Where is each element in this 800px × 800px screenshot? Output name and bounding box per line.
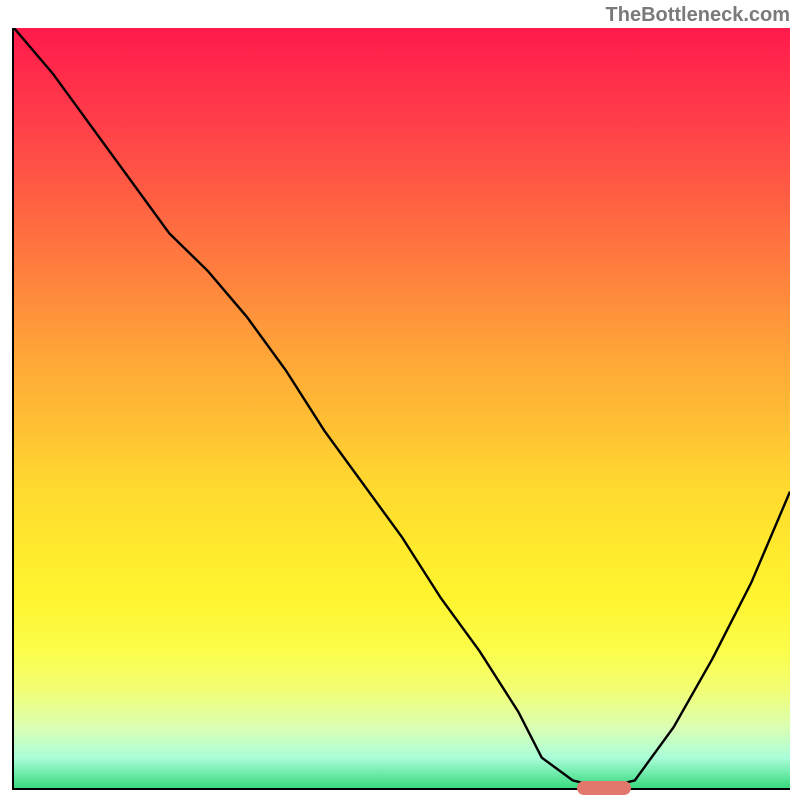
curve-path — [14, 28, 790, 788]
plot-area — [12, 28, 790, 790]
chart-container: TheBottleneck.com — [0, 0, 800, 800]
bottleneck-marker — [577, 781, 631, 795]
watermark-text: TheBottleneck.com — [606, 4, 790, 27]
curve-svg — [14, 28, 790, 788]
